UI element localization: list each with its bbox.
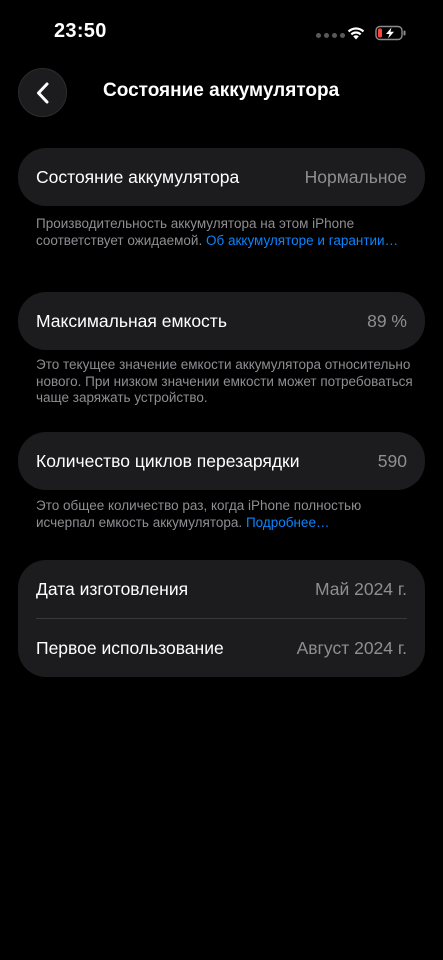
back-button[interactable]	[18, 68, 67, 117]
learn-more-link[interactable]: Подробнее…	[246, 515, 330, 530]
cycle-count-card: Количество циклов перезарядки 590	[18, 432, 425, 490]
cycle-count-footnote: Это общее количество раз, когда iPhone п…	[36, 498, 416, 531]
first-use-value: Август 2024 г.	[296, 637, 407, 658]
max-capacity-label: Максимальная емкость	[36, 310, 227, 331]
about-battery-warranty-link[interactable]: Об аккумуляторе и гарантии…	[206, 233, 398, 248]
dates-card: Дата изготовления Май 2024 г. Первое исп…	[18, 560, 425, 677]
battery-health-value: Нормальное	[304, 166, 407, 187]
max-capacity-value: 89 %	[367, 310, 407, 331]
battery-health-footnote: Производительность аккумулятора на этом …	[36, 216, 416, 249]
battery-charging-icon	[375, 25, 406, 41]
first-use-label: Первое использование	[36, 637, 224, 658]
max-capacity-footnote-text: Это текущее значение емкости аккумулятор…	[36, 357, 413, 405]
chevron-left-icon	[36, 82, 48, 103]
max-capacity-card: Максимальная емкость 89 %	[18, 292, 425, 350]
status-time: 23:50	[54, 20, 107, 42]
page-title: Состояние аккумулятора	[103, 80, 340, 101]
battery-health-card[interactable]: Состояние аккумулятора Нормальное	[18, 148, 425, 206]
max-capacity-footnote: Это текущее значение емкости аккумулятор…	[36, 357, 416, 407]
manufacture-date-label: Дата изготовления	[36, 578, 189, 599]
status-bar: 23:50	[0, 0, 443, 60]
cycle-count-value: 590	[377, 450, 407, 471]
manufacture-date-value: Май 2024 г.	[314, 578, 407, 599]
cellular-signal-icon	[316, 33, 345, 38]
battery-health-label: Состояние аккумулятора	[36, 166, 240, 187]
wifi-icon	[347, 27, 365, 40]
cycle-count-label: Количество циклов перезарядки	[36, 450, 300, 471]
